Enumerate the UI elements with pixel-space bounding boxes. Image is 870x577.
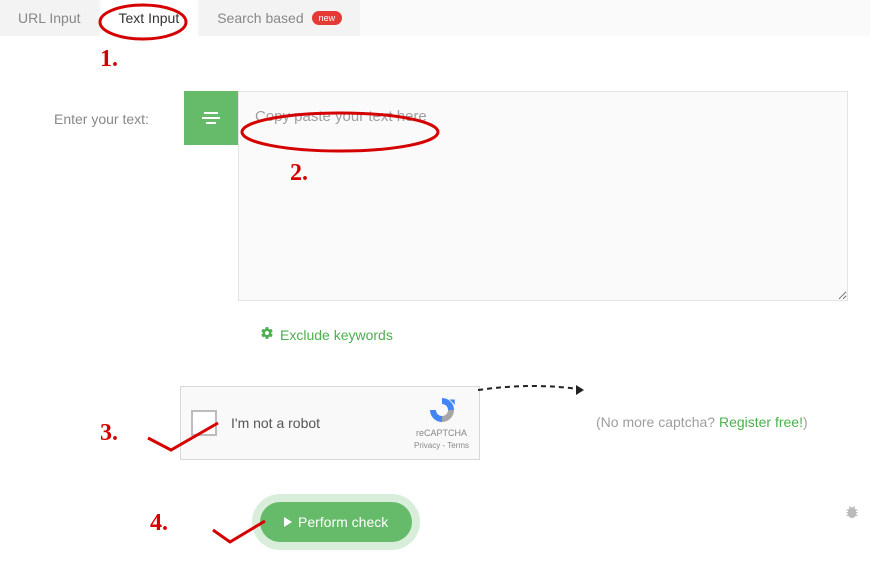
recaptcha-logo: reCAPTCHA Privacy - Terms [414,395,469,450]
perform-check-wrapper: Perform check [252,494,420,550]
bug-icon[interactable] [844,504,860,523]
exclude-keywords-label: Exclude keywords [280,327,393,343]
exclude-keywords-link[interactable]: Exclude keywords [260,326,393,343]
recaptcha-label: I'm not a robot [231,415,320,431]
recaptcha-checkbox[interactable] [191,410,217,436]
tab-search-label: Search based [217,10,303,26]
textarea-group [184,91,848,301]
gear-icon [260,326,274,343]
recaptcha-widget: I'm not a robot reCAPTCHA Privacy - Term… [180,386,480,460]
perform-check-label: Perform check [298,514,388,530]
perform-check-button[interactable]: Perform check [260,502,412,542]
nomore-prefix: (No more captcha? [596,414,719,430]
annotation-dashed-arrow [476,380,596,403]
main-area: Enter your text: Exclude keywords I'm no… [0,36,870,91]
tab-url-input[interactable]: URL Input [0,0,99,36]
recaptcha-brand: reCAPTCHA [414,428,469,439]
nomore-suffix: ) [803,414,808,430]
new-badge: new [312,11,343,25]
register-free-link[interactable]: Register free! [719,414,803,430]
tabs-bar: URL Input Text Input Search based new [0,0,870,36]
align-center-icon[interactable] [184,91,238,145]
enter-text-label: Enter your text: [54,111,149,127]
text-input[interactable] [238,91,848,301]
play-icon [284,514,292,530]
recaptcha-terms-link[interactable]: Terms [447,441,469,450]
tab-text-input[interactable]: Text Input [101,0,198,36]
tab-search-based[interactable]: Search based new [199,0,360,36]
no-more-captcha-text: (No more captcha? Register free!) [596,414,808,430]
annotation-label-4: 4. [150,510,168,537]
recaptcha-privacy-link[interactable]: Privacy [414,441,440,450]
annotation-label-3: 3. [100,420,118,447]
